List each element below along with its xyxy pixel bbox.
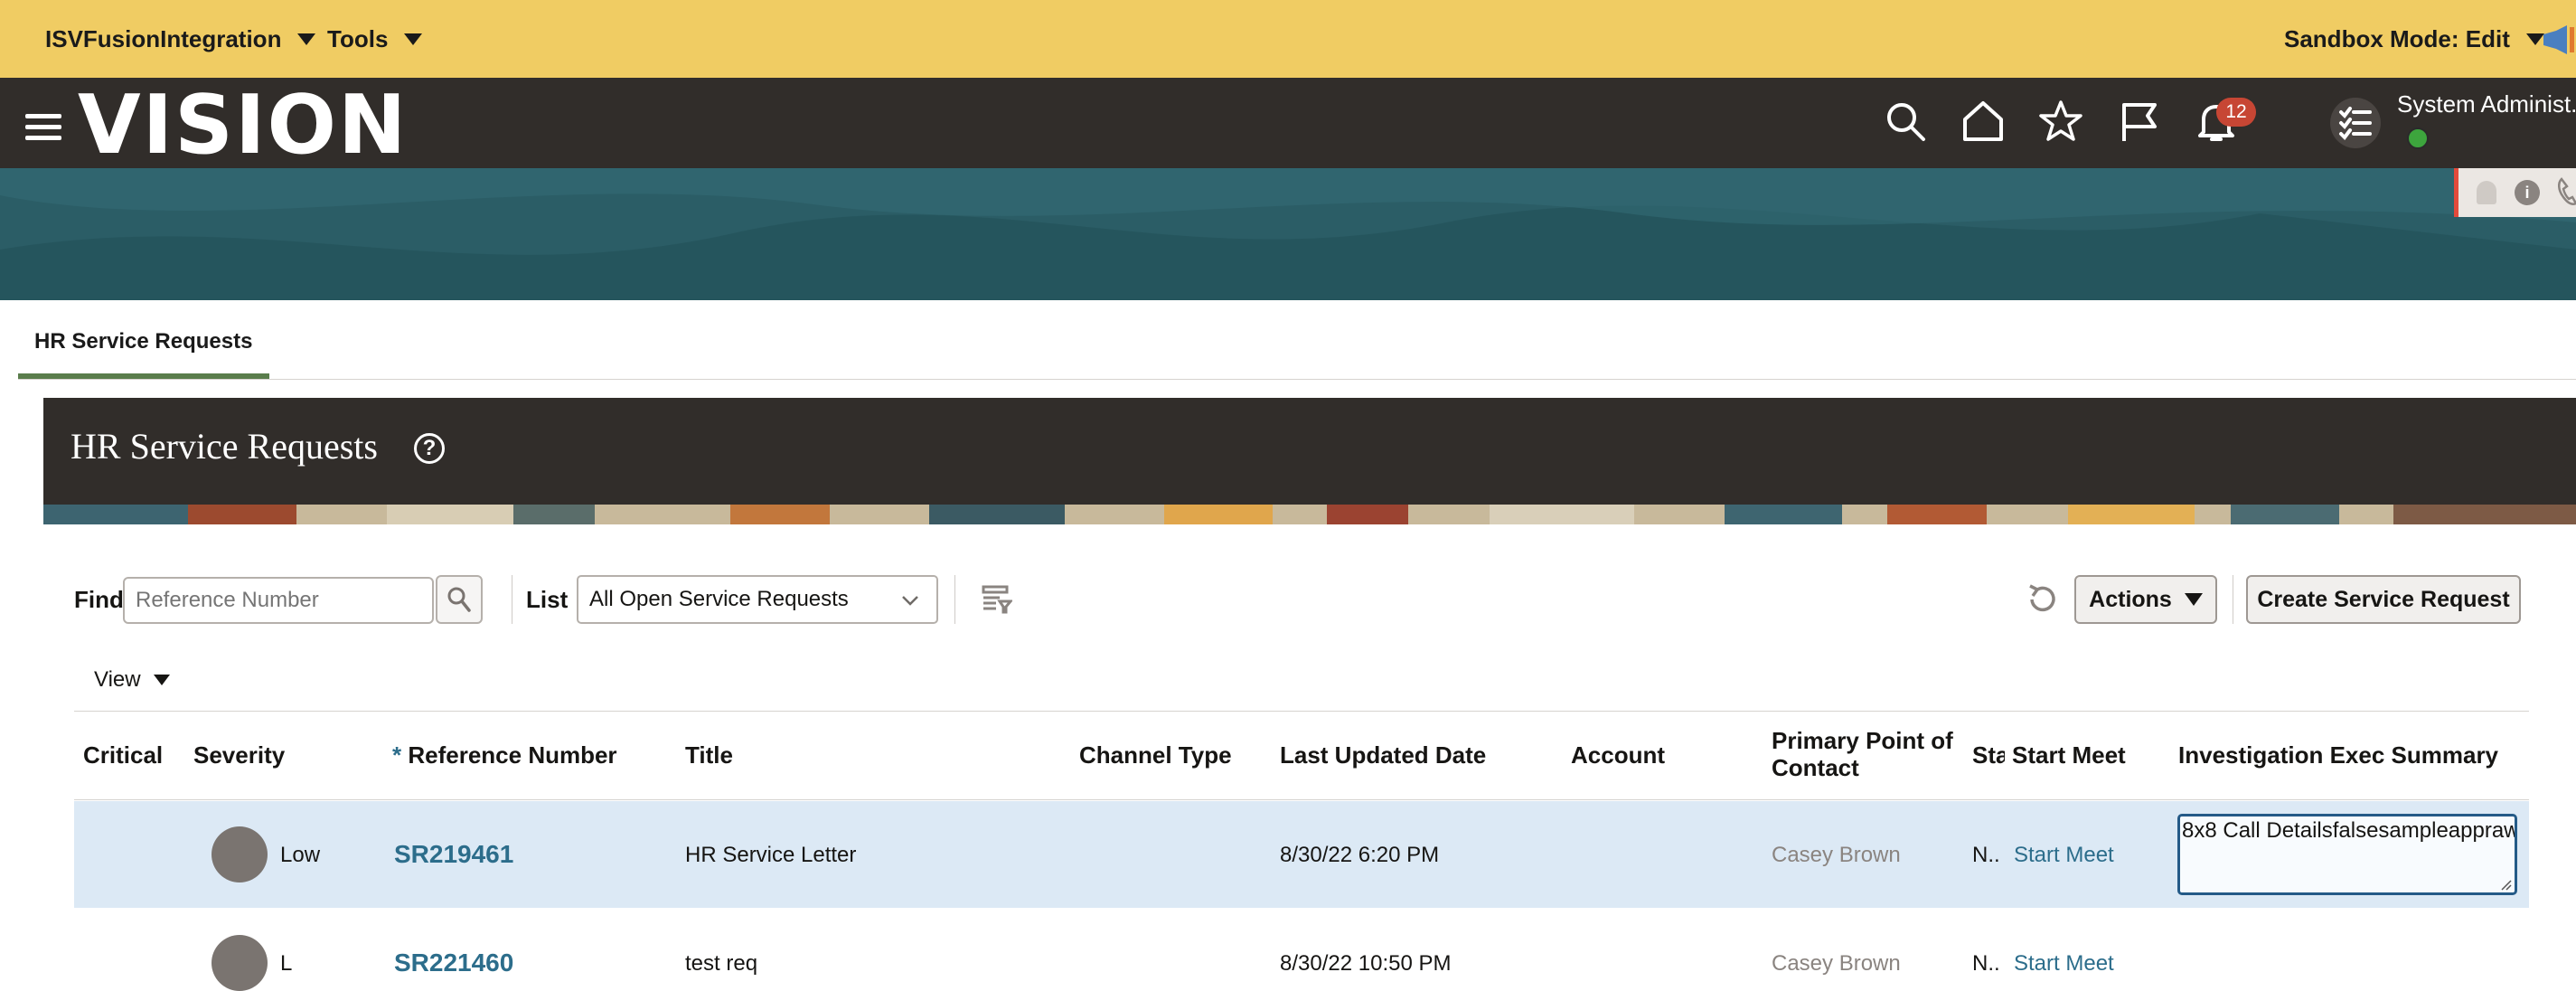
investigation-summary-field[interactable]: 8x8 Call Detailsfalsesampleappraw <box>2177 814 2517 895</box>
last-updated-value: 8/30/22 6:20 PM <box>1280 843 1440 867</box>
tab-divider <box>18 379 2576 380</box>
title-value: test req <box>685 951 758 976</box>
checklist-icon <box>2339 107 2372 141</box>
decorative-pattern-strip <box>43 505 2576 524</box>
column-header-title[interactable]: Title <box>685 741 733 769</box>
column-header-status[interactable]: Sta <box>1972 741 2005 769</box>
announcement-icon[interactable] <box>2540 25 2576 59</box>
filter-list-icon[interactable] <box>982 584 1014 619</box>
refresh-icon[interactable] <box>2025 582 2059 621</box>
sandbox-mode-label: Sandbox Mode: Edit <box>2284 24 2510 52</box>
actions-menu-button[interactable]: Actions <box>2074 575 2217 624</box>
start-meet-link[interactable]: Start Meet <box>2014 843 2114 868</box>
reference-link[interactable]: SR221460 <box>394 949 513 977</box>
tools-menu-label: Tools <box>327 24 389 52</box>
severity-indicator-icon <box>212 826 268 882</box>
vision-logo: VISION <box>78 78 409 173</box>
title-value: HR Service Letter <box>685 843 857 867</box>
user-name[interactable]: System Administ... <box>2397 90 2576 118</box>
header-bottom-rule <box>74 799 2529 800</box>
notifications-badge: 12 <box>2216 98 2256 127</box>
toolbar-separator <box>954 575 955 624</box>
saved-search-select[interactable]: All Open Service Requests <box>577 575 938 624</box>
last-updated-value: 8/30/22 10:50 PM <box>1280 951 1452 976</box>
required-asterisk: * <box>392 741 402 769</box>
search-icon[interactable] <box>1884 99 1927 143</box>
sandbox-mode-menu[interactable]: Sandbox Mode: Edit <box>2284 0 2544 78</box>
find-label: Find <box>74 586 124 613</box>
column-header-start-meet[interactable]: Start Meet <box>2012 741 2126 769</box>
chevron-down-icon <box>297 33 316 45</box>
severity-indicator-icon <box>212 935 268 991</box>
tab-hr-service-requests[interactable]: HR Service Requests <box>18 329 268 380</box>
column-header-contact-line1: Primary Point of <box>1772 727 1953 754</box>
chevron-down-icon <box>2184 593 2203 606</box>
saved-search-value: All Open Service Requests <box>589 587 849 611</box>
view-menu-label: View <box>94 667 141 692</box>
severity-value: Low <box>280 843 321 867</box>
phone-icon[interactable] <box>2556 177 2576 211</box>
chevron-down-icon <box>153 675 170 685</box>
find-search-button[interactable] <box>436 575 483 624</box>
start-meet-link[interactable]: Start Meet <box>2014 951 2114 977</box>
column-header-last-updated[interactable]: Last Updated Date <box>1280 741 1486 769</box>
create-service-request-button[interactable]: Create Service Request <box>2246 575 2521 624</box>
column-header-reference-label: Reference Number <box>408 741 617 769</box>
column-header-severity[interactable]: Severity <box>193 741 285 769</box>
table-top-rule <box>74 711 2529 712</box>
status-value: N.. <box>1972 843 2000 867</box>
chevron-down-icon <box>902 596 918 606</box>
app-menu-label: ISVFusionIntegration <box>45 24 282 52</box>
home-icon[interactable] <box>1961 99 2005 143</box>
hamburger-menu-icon[interactable] <box>25 114 61 141</box>
search-icon <box>447 587 471 612</box>
banner-image <box>0 168 2576 300</box>
list-label: List <box>526 586 569 613</box>
favorites-star-icon[interactable] <box>2039 99 2082 143</box>
actions-label: Actions <box>2089 586 2172 612</box>
user-avatar[interactable] <box>2330 98 2381 148</box>
severity-value: L <box>280 951 293 976</box>
presence-status-dot <box>2407 127 2429 149</box>
tools-menu[interactable]: Tools <box>327 0 423 78</box>
column-header-critical[interactable]: Critical <box>83 741 163 769</box>
chevron-down-icon <box>404 33 423 45</box>
column-header-reference-number[interactable]: * Reference Number <box>392 741 617 769</box>
app-menu[interactable]: ISVFusionIntegration <box>45 0 316 78</box>
agent-icon[interactable] <box>2477 181 2496 204</box>
page-title: HR Service Requests <box>71 426 378 467</box>
column-header-channel-type[interactable]: Channel Type <box>1079 741 1232 769</box>
resize-handle-icon[interactable] <box>2500 879 2513 896</box>
column-header-primary-contact[interactable]: Primary Point of Contact <box>1772 727 1953 781</box>
view-menu[interactable]: View <box>94 667 170 693</box>
reference-link[interactable]: SR219461 <box>394 840 513 869</box>
watchlist-flag-icon[interactable] <box>2117 99 2160 143</box>
primary-contact-value: Casey Brown <box>1772 843 1901 867</box>
column-header-account[interactable]: Account <box>1571 741 1665 769</box>
status-value: N.. <box>1972 951 2000 976</box>
primary-contact-value: Casey Brown <box>1772 951 1901 976</box>
find-input[interactable] <box>123 577 434 624</box>
column-header-contact-line2: Contact <box>1772 754 1859 781</box>
help-icon[interactable]: ? <box>414 433 445 464</box>
column-header-investigation-summary[interactable]: Investigation Exec Summary <box>2178 741 2498 769</box>
info-icon[interactable]: i <box>2515 180 2540 205</box>
contact-toolbar: i <box>2454 168 2576 217</box>
